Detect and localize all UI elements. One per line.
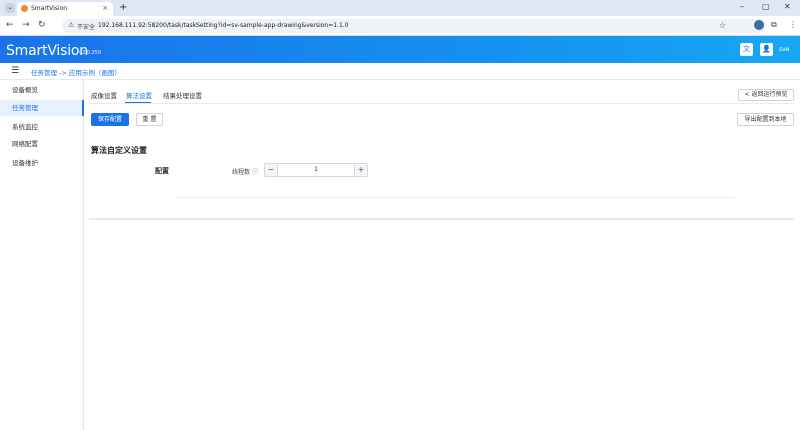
sidebar-item-network-config[interactable]: 网络配置 <box>0 136 84 152</box>
bookmark-star-icon[interactable]: ☆ <box>719 21 726 30</box>
app-logo: SmartVision <box>6 43 88 59</box>
tab-search-icon[interactable]: ⌄ <box>5 3 15 13</box>
sidebar-item-device-overview[interactable]: 设备概览 <box>0 82 84 98</box>
browser-toolbar: ← → ↻ ⚠ 不安全 192.168.111.92:58200/task/ta… <box>0 16 800 36</box>
favicon-icon <box>21 5 28 12</box>
more-menu-icon[interactable]: ⋮ <box>789 20 797 29</box>
insecure-label[interactable]: 不安全 <box>77 22 95 31</box>
warning-icon: ⚠ <box>68 21 75 29</box>
profile-avatar-icon[interactable] <box>754 20 764 30</box>
section-divider <box>89 218 794 220</box>
forward-arrow-icon[interactable]: → <box>22 20 30 30</box>
app-version: v2.0.350 <box>79 50 102 56</box>
extensions-icon[interactable]: ⧉ <box>771 20 777 30</box>
tab-algorithm-settings[interactable]: 算法设置 <box>126 90 152 100</box>
threads-stepper: − 1 + <box>264 163 368 177</box>
close-window-icon[interactable]: ✕ <box>784 2 791 11</box>
minimize-icon[interactable]: – <box>740 2 744 11</box>
sidebar-item-task-management[interactable]: 任务管理 <box>0 100 84 116</box>
tabs-divider <box>89 103 794 104</box>
threads-input[interactable]: 1 <box>278 164 354 176</box>
user-name[interactable]: sve <box>779 46 789 53</box>
sidebar-item-device-maintenance[interactable]: 设备维护 <box>0 155 84 171</box>
reset-button[interactable]: 重 置 <box>136 113 163 126</box>
increment-button[interactable]: + <box>354 164 367 176</box>
browser-tab[interactable]: SmartVision × <box>17 2 113 16</box>
menu-toggle-icon[interactable]: ☰ <box>11 66 19 76</box>
back-to-preview-button[interactable]: < 返回运行预览 <box>738 89 794 101</box>
help-icon[interactable]: ⓘ <box>252 167 258 176</box>
close-tab-icon[interactable]: × <box>102 4 108 12</box>
form-divider <box>177 197 734 198</box>
maximize-icon[interactable]: ▢ <box>762 2 770 11</box>
app-header: SmartVision v2.0.350 文 👤 sve <box>0 36 800 63</box>
breadcrumb[interactable]: 任务管理 -> 应用示例（画图） <box>31 67 121 77</box>
address-bar[interactable]: ⚠ 不安全 192.168.111.92:58200/task/taskSett… <box>62 19 766 33</box>
user-icon[interactable]: 👤 <box>760 43 773 56</box>
tab-imaging-settings[interactable]: 成像设置 <box>91 90 117 100</box>
breadcrumb-bar: ☰ 任务管理 -> 应用示例（画图） <box>0 63 800 80</box>
export-config-button[interactable]: 导出配置到本地 <box>737 113 794 126</box>
config-label: 配置 <box>155 167 169 175</box>
browser-tab-strip: ⌄ SmartVision × + – ▢ ✕ <box>0 0 800 16</box>
decrement-button[interactable]: − <box>265 164 278 176</box>
url-text[interactable]: 192.168.111.92:58200/task/taskSetting?id… <box>98 22 349 29</box>
sidebar: 设备概览 任务管理 系统监控 网络配置 设备维护 <box>0 80 84 430</box>
sidebar-item-system-monitor[interactable]: 系统监控 <box>0 119 84 135</box>
back-arrow-icon[interactable]: ← <box>6 20 14 30</box>
section-title: 算法自定义设置 <box>91 146 147 155</box>
language-icon[interactable]: 文 <box>740 43 753 56</box>
browser-tab-title: SmartVision <box>31 5 68 12</box>
tab-result-processing[interactable]: 结果处理设置 <box>163 90 202 100</box>
reload-icon[interactable]: ↻ <box>38 20 46 30</box>
save-config-button[interactable]: 保存配置 <box>91 113 129 126</box>
threads-label: 线程数 <box>232 169 251 176</box>
new-tab-button[interactable]: + <box>119 2 127 13</box>
